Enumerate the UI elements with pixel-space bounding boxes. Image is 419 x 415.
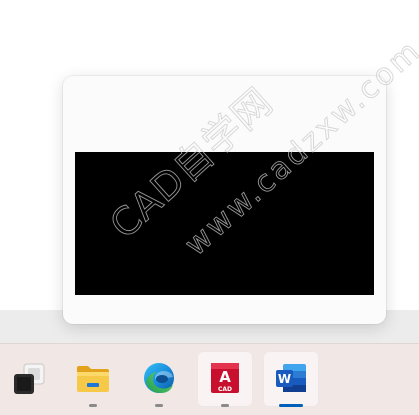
running-indicator-dot <box>89 404 97 407</box>
taskbar-item-autocad[interactable]: A CAD <box>197 351 253 407</box>
window-thumbnail-preview[interactable] <box>63 76 386 324</box>
autocad-icon: A CAD <box>211 363 239 393</box>
word-icon-letter: W <box>278 372 291 386</box>
preview-window-title <box>75 86 374 104</box>
active-window-indicator <box>279 404 303 407</box>
word-icon: W <box>276 364 306 392</box>
taskbar-item-word[interactable]: W <box>263 351 319 407</box>
taskbar: A CAD W <box>0 343 419 415</box>
folder-icon <box>77 366 109 392</box>
autocad-icon-label: CAD <box>218 386 232 393</box>
edge-icon <box>144 363 174 393</box>
running-indicator-dot <box>221 404 229 407</box>
taskbar-item-task-view[interactable] <box>1 351 57 407</box>
task-view-icon <box>14 363 45 394</box>
preview-thumbnail-image[interactable] <box>75 152 374 295</box>
autocad-icon-letter: A <box>219 368 231 386</box>
taskbar-item-file-explorer[interactable] <box>65 351 121 407</box>
taskbar-item-edge[interactable] <box>131 351 187 407</box>
running-indicator-dot <box>155 404 163 407</box>
